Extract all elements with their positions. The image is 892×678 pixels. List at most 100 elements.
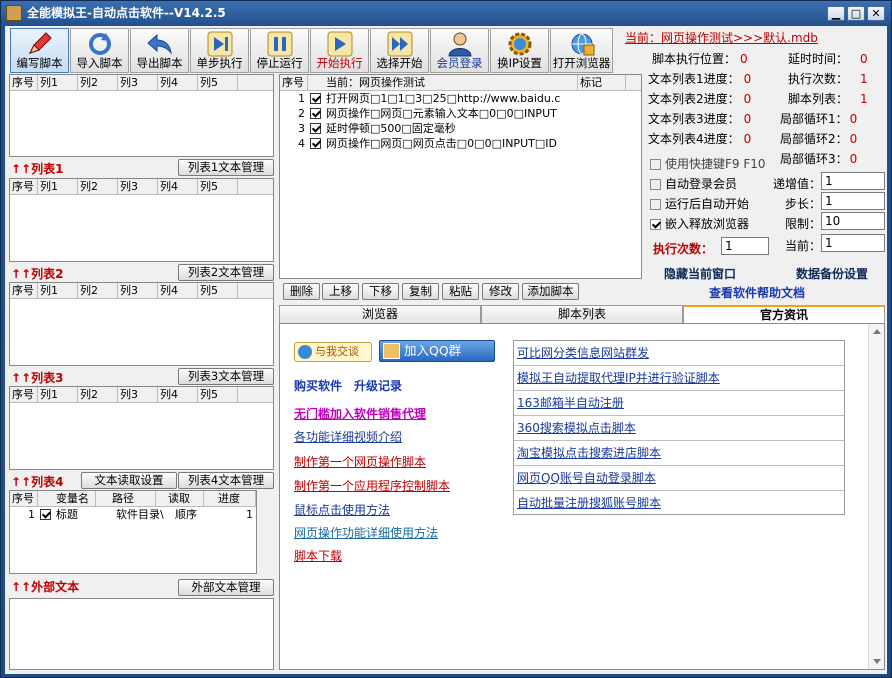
tab-official-news[interactable]: 官方资讯 [683, 305, 885, 324]
copy-button[interactable]: 复制 [402, 283, 439, 300]
row-checkbox[interactable] [310, 93, 321, 104]
add-script-button[interactable]: 添加脚本 [522, 283, 579, 300]
row-checkbox[interactable] [310, 108, 321, 119]
change-ip-button[interactable]: 换IP设置 [490, 28, 549, 73]
start-execute-button[interactable]: 开始执行 [310, 28, 369, 73]
increment-input[interactable]: 1 [821, 172, 885, 190]
scrollbar[interactable] [868, 324, 884, 669]
mouse-click-link[interactable]: 鼠标点击使用方法 [294, 501, 390, 518]
select-start-button[interactable]: 选择开始 [370, 28, 429, 73]
list4-grid[interactable]: 序号 变量名 路径 读取 进度 1 标题 软件目录\ 顺序 1 [9, 490, 257, 574]
text-read-settings-button[interactable]: 文本读取设置 [81, 472, 177, 489]
local-loop1: 局部循环1： 0 [780, 112, 858, 126]
import-script-button[interactable]: 导入脚本 [70, 28, 129, 73]
external-text-area[interactable] [9, 598, 274, 670]
toolbar-label: 编写脚本 [16, 56, 63, 70]
news-panel: 与我交谈 加入QQ群 购买软件 升级记录 无门槛加入软件销售代理 各功能详细视频… [279, 323, 885, 670]
limit-label: 限制： [785, 217, 822, 231]
toolbar-label: 开始执行 [316, 56, 363, 70]
recommended-link[interactable]: 360搜索模拟点击脚本 [514, 416, 844, 441]
data-backup-link[interactable]: 数据备份设置 [796, 265, 868, 282]
move-up-button[interactable]: 上移 [322, 283, 359, 300]
toolbar-label: 停止运行 [256, 56, 303, 70]
limit-input[interactable]: 10 [821, 212, 885, 230]
external-text-manage-button[interactable]: 外部文本管理 [178, 579, 274, 596]
modify-button[interactable]: 修改 [482, 283, 519, 300]
stop-run-button[interactable]: 停止运行 [250, 28, 309, 73]
minimize-button[interactable]: ▁ [827, 6, 845, 21]
tab-browser[interactable]: 浏览器 [279, 305, 481, 324]
list3-grid[interactable]: 序号 列1 列2 列3 列4 列5 [9, 386, 274, 470]
recommended-link[interactable]: 自动批量注册搜狐账号脚本 [514, 491, 844, 516]
window-title: 全能模拟王-自动点击软件--V14.2.5 [27, 6, 226, 20]
col-header: 进度 [204, 491, 256, 507]
first-app-script-link[interactable]: 制作第一个应用程序控制脚本 [294, 477, 450, 494]
exec-position: 脚本执行位置： 0 [652, 52, 748, 66]
auto-login-option[interactable]: 自动登录会员 [650, 175, 737, 192]
list4-manage-button[interactable]: 列表4文本管理 [178, 472, 274, 489]
step-execute-button[interactable]: 单步执行 [190, 28, 249, 73]
row-varname: 标题 [56, 508, 78, 521]
recommended-link[interactable]: 163邮箱半自动注册 [514, 391, 844, 416]
row-checkbox[interactable] [310, 123, 321, 134]
current-file-label: 当前：网页操作测试>>>默认.mdb [625, 31, 818, 45]
close-button[interactable]: ✕ [867, 6, 885, 21]
buy-software-link[interactable]: 购买软件 [294, 377, 342, 394]
col-header: 列1 [38, 75, 78, 91]
list2-grid[interactable]: 序号 列1 列2 列3 列4 列5 [9, 282, 274, 366]
exec-count: 执行次数： 1 [788, 72, 868, 86]
member-login-button[interactable]: 会员登录 [430, 28, 489, 73]
scroll-up-icon[interactable] [873, 329, 881, 334]
increment-label: 递增值： [773, 177, 822, 191]
list2-manage-button[interactable]: 列表2文本管理 [178, 264, 274, 281]
hide-window-link[interactable]: 隐藏当前窗口 [664, 265, 736, 282]
exec-times-input[interactable]: 1 [721, 237, 769, 255]
paste-button[interactable]: 粘贴 [442, 283, 479, 300]
recommended-link[interactable]: 模拟王自动提取代理IP并进行验证脚本 [514, 366, 844, 391]
grid-header: 序号 列1 列2 列3 列4 列5 [10, 387, 273, 403]
hotkey-option[interactable]: 使用快捷键F9 F10 [650, 155, 766, 172]
auto-start-option[interactable]: 运行后自动开始 [650, 195, 749, 212]
video-intro-link[interactable]: 各功能详细视频介绍 [294, 428, 402, 445]
web-ops-link[interactable]: 网页操作功能详细使用方法 [294, 524, 438, 541]
play-icon [327, 31, 352, 57]
tab-script-list[interactable]: 脚本列表 [481, 305, 683, 324]
row-text: 网页操作□网页□网页点击□0□0□INPUT□ID [326, 137, 557, 150]
chat-with-me-button[interactable]: 与我交谈 [294, 342, 372, 362]
table-row[interactable]: 1 标题 软件目录\ 顺序 1 [10, 507, 256, 522]
first-web-script-link[interactable]: 制作第一个网页操作脚本 [294, 453, 426, 470]
edit-script-button[interactable]: 编写脚本 [10, 28, 69, 73]
agent-link[interactable]: 无门槛加入软件销售代理 [294, 405, 426, 422]
row-checkbox[interactable] [310, 138, 321, 149]
group-icon [383, 343, 400, 359]
recommended-link[interactable]: 网页QQ账号自动登录脚本 [514, 466, 844, 491]
script-grid[interactable]: 序号 当前：网页操作测试 标记 1 打开网页□1□1□3□25□http://w… [279, 74, 642, 279]
chat-label: 与我交谈 [315, 345, 359, 358]
scroll-down-icon[interactable] [873, 659, 881, 664]
row-read: 顺序 [175, 508, 197, 521]
step-input[interactable]: 1 [821, 192, 885, 210]
move-down-button[interactable]: 下移 [362, 283, 399, 300]
delete-button[interactable]: 删除 [283, 283, 320, 300]
list1-grid[interactable]: 序号 列1 列2 列3 列4 列5 [9, 178, 274, 262]
recommended-link[interactable]: 可比网分类信息网站群发 [514, 341, 844, 366]
col-header: 列4 [158, 387, 198, 403]
pause-icon [267, 31, 292, 57]
text-list3-progress: 文本列表3进度： 0 [648, 112, 752, 126]
list1-manage-button[interactable]: 列表1文本管理 [178, 159, 274, 176]
join-qq-group-button[interactable]: 加入QQ群 [379, 340, 495, 362]
upgrade-log-link[interactable]: 升级记录 [354, 377, 402, 394]
grid-header: 序号 当前：网页操作测试 标记 [280, 75, 641, 91]
row-checkbox[interactable] [40, 509, 51, 520]
join-qq-label: 加入QQ群 [404, 343, 462, 358]
list3-manage-button[interactable]: 列表3文本管理 [178, 368, 274, 385]
script-download-link[interactable]: 脚本下载 [294, 547, 342, 564]
export-script-button[interactable]: 导出脚本 [130, 28, 189, 73]
open-browser-button[interactable]: 打开浏览器 [550, 28, 613, 73]
recommended-link[interactable]: 淘宝模拟点击搜索进店脚本 [514, 441, 844, 466]
embed-browser-option[interactable]: 嵌入释放浏览器 [650, 215, 749, 232]
current-input[interactable]: 1 [821, 234, 885, 252]
help-docs-link[interactable]: 查看软件帮助文档 [709, 284, 805, 301]
maximize-button[interactable]: □ [847, 6, 865, 21]
list0-grid[interactable]: 序号 列1 列2 列3 列4 列5 [9, 74, 274, 157]
